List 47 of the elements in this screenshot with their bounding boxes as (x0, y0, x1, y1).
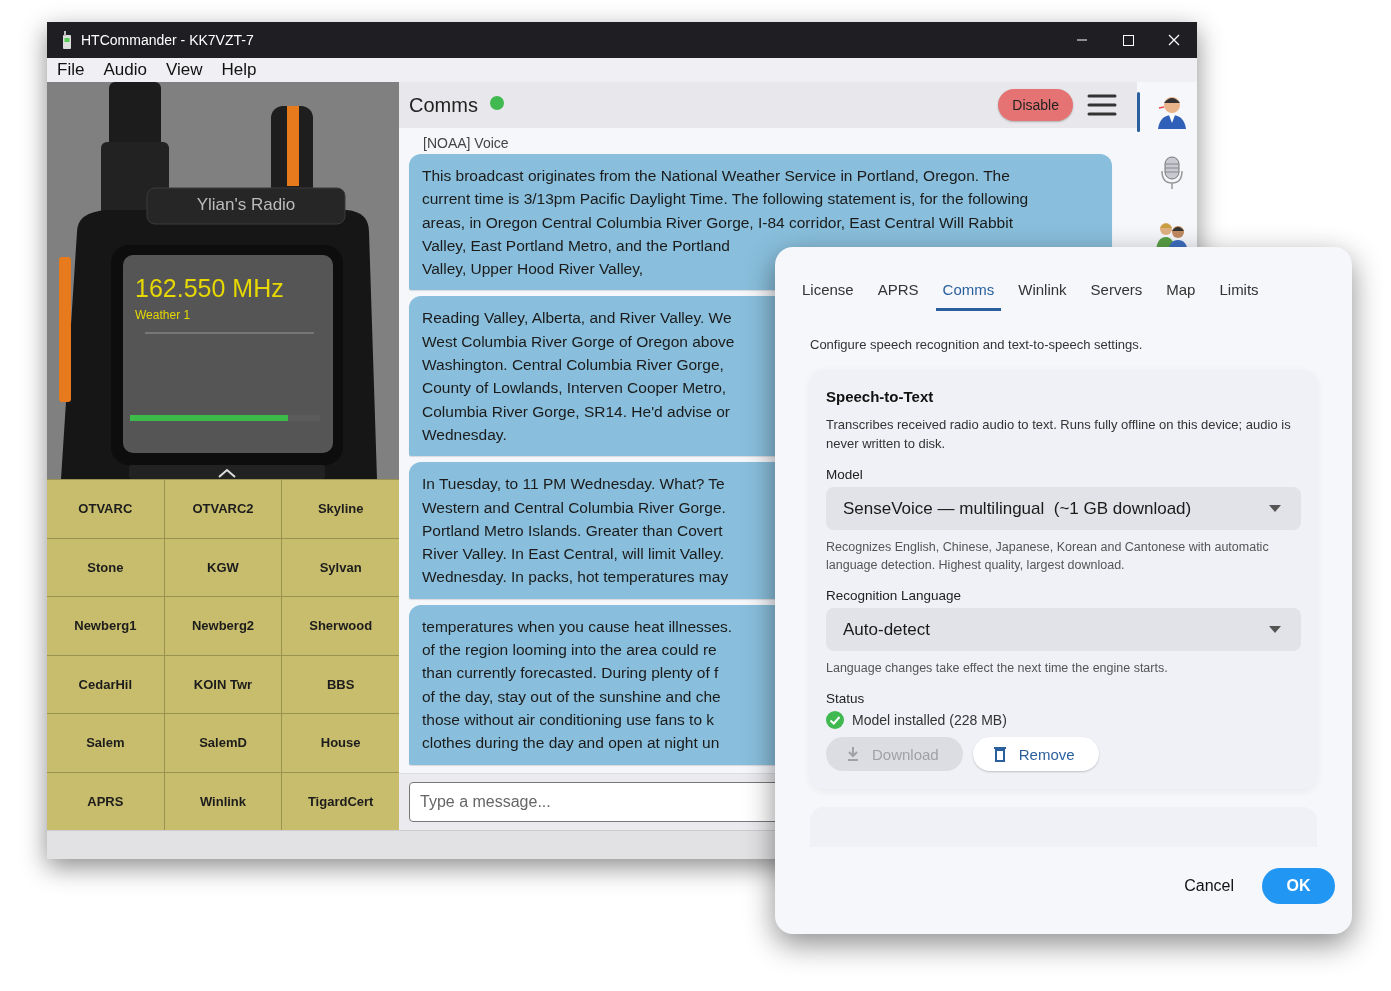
disable-button[interactable]: Disable (998, 89, 1073, 121)
channel-button[interactable]: TigardCert (282, 772, 399, 830)
channel-button[interactable]: Sherwood (282, 597, 399, 655)
menu-item[interactable]: View (165, 60, 203, 80)
field-label: Model (826, 467, 864, 482)
cancel-button[interactable]: Cancel (1174, 868, 1244, 904)
channel-button[interactable]: OTVARC (47, 480, 164, 538)
menu-icon[interactable] (1087, 93, 1117, 117)
channel-button[interactable]: Stone (47, 538, 164, 596)
caret-icon (1269, 626, 1281, 633)
menu-item[interactable]: File (57, 60, 85, 80)
field-label: Status (826, 691, 866, 706)
radio-name: Ylian's Radio (195, 195, 297, 215)
dropdown-value: Auto-detect (843, 619, 930, 640)
tab[interactable]: Comms (935, 277, 1002, 311)
caret-icon (1269, 505, 1281, 512)
tab[interactable]: Limits (1212, 277, 1266, 311)
frequency-display: 162.550 MHz (135, 274, 284, 303)
sender-label: [NOAA] Voice (422, 134, 510, 153)
channel-button[interactable]: Salem (47, 714, 164, 772)
channel-button[interactable]: Sylvan (282, 538, 399, 596)
channel-name: Weather 1 (135, 308, 191, 322)
channel-button[interactable]: Winlink (164, 772, 282, 830)
channel-button[interactable]: Newberg2 (164, 597, 282, 655)
channel-button[interactable]: BBS (282, 655, 399, 713)
channel-button[interactable]: House (282, 714, 399, 772)
trash-icon (992, 746, 1007, 762)
panel-title: Comms (409, 93, 478, 117)
section-title: Speech-to-Text (826, 388, 935, 405)
download-icon (846, 746, 860, 762)
dropdown[interactable]: Auto-detect (826, 608, 1301, 651)
menu-item[interactable]: Audio (103, 60, 147, 80)
channel-button[interactable]: SalemD (164, 714, 282, 772)
menu-item[interactable]: Help (221, 60, 257, 80)
channel-button[interactable]: KGW (164, 538, 282, 596)
app-icon (61, 31, 73, 49)
status-text: Model installed (228 MB) (852, 712, 1007, 728)
window-title: HTCommander - KK7VZT-7 (81, 32, 255, 48)
channel-button[interactable]: CedarHil (47, 655, 164, 713)
channel-button[interactable]: KOIN Twr (164, 655, 282, 713)
tab[interactable]: Map (1159, 277, 1203, 311)
action-button[interactable]: Remove (972, 737, 1099, 771)
channel-button[interactable]: APRS (47, 772, 164, 830)
dropdown[interactable]: SenseVoice — multilingual (~1 GB download) (826, 487, 1301, 530)
channel-button[interactable]: Newberg1 (47, 597, 164, 655)
channel-button[interactable]: Skyline (282, 480, 399, 538)
channel-button[interactable]: OTVARC2 (164, 480, 282, 538)
